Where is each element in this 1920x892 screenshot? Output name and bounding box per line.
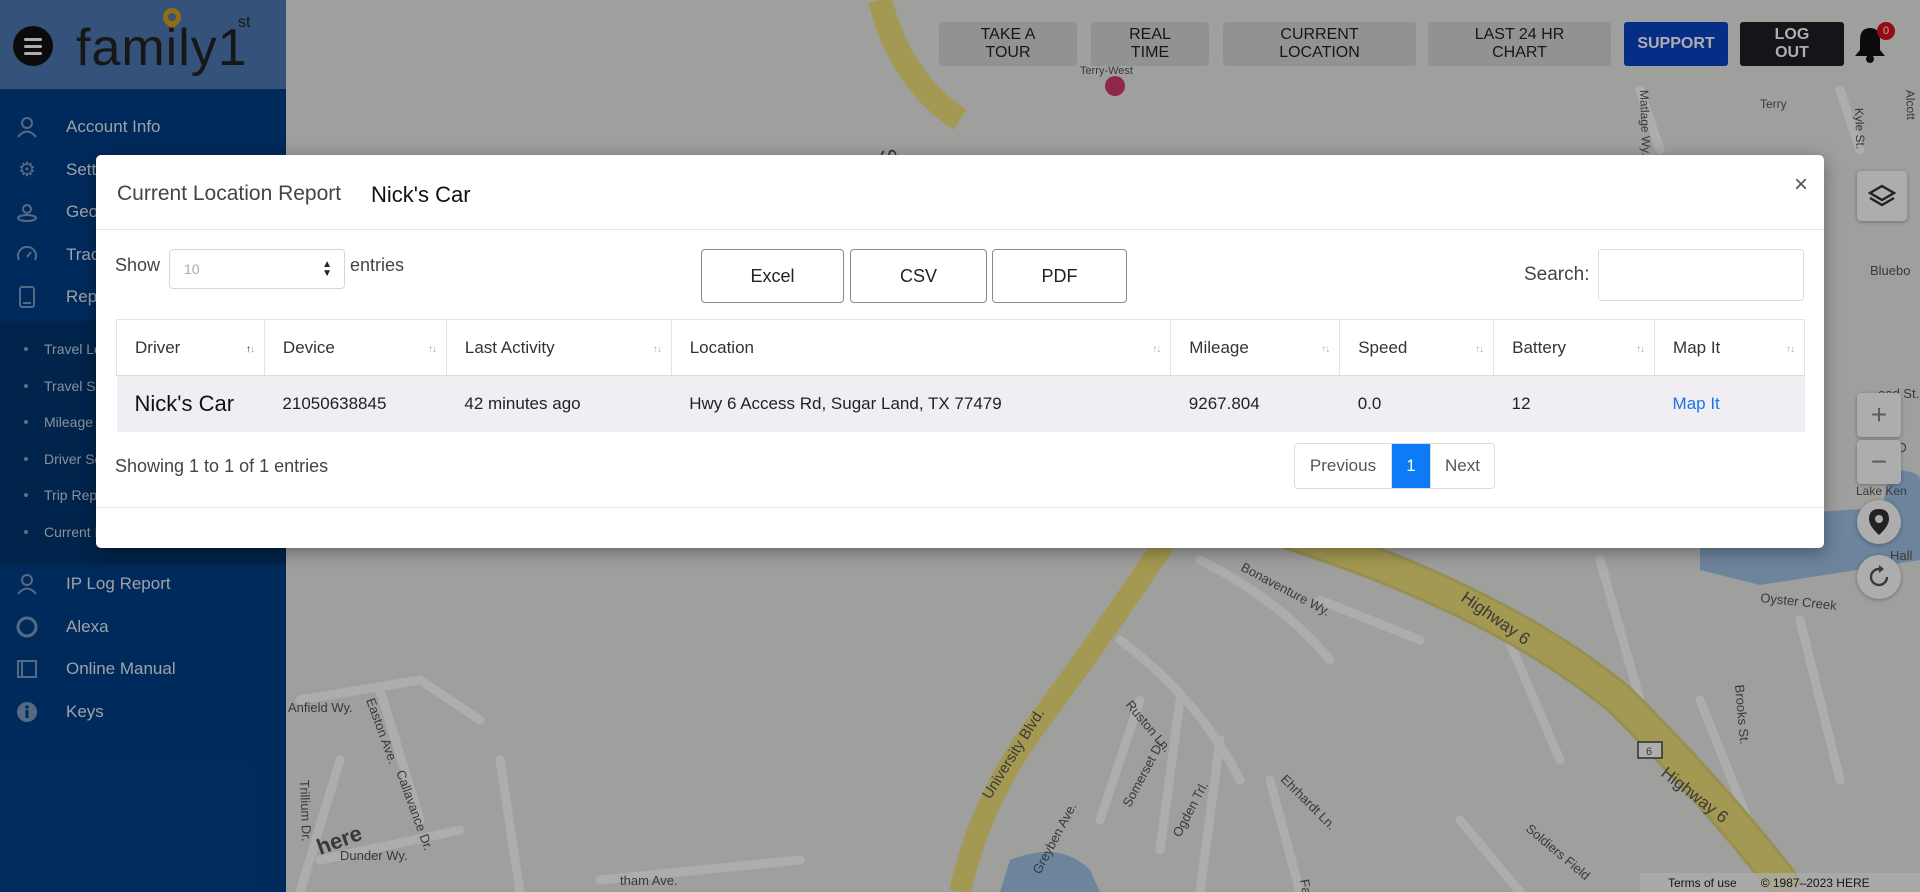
column-header-label: Driver [135, 337, 181, 357]
show-label: Show [115, 255, 161, 275]
close-icon[interactable]: × [1794, 171, 1808, 199]
select-arrows-icon: ▲ ▼ [322, 259, 332, 279]
column-header-label: Map It [1673, 337, 1721, 357]
entries-label: entries [350, 255, 405, 275]
modal-title: Current Location Report [117, 182, 342, 205]
cell-driver: Nick's Car [116, 375, 265, 432]
sort-asc-icon: ↑↓ [245, 344, 255, 355]
cell-mileage: 9267.804 [1170, 375, 1340, 432]
table-info: Showing 1 to 1 of 1 entries [115, 456, 329, 476]
column-header-mileage[interactable]: Mileage ↑↓ [1170, 319, 1341, 376]
sort-icon: ↑↓ [1321, 344, 1330, 355]
map-it-link[interactable]: Map It [1673, 394, 1720, 413]
sort-icon: ↑↓ [652, 344, 662, 355]
column-header-map-it[interactable]: Map It ↑↓ [1654, 319, 1805, 376]
column-header-last-activity[interactable]: Last Activity ↑↓ [445, 319, 672, 376]
cell-map-it: Map It [1654, 375, 1805, 432]
page-1-button[interactable]: 1 [1392, 444, 1430, 488]
column-header-label: Speed [1358, 337, 1408, 357]
column-header-driver[interactable]: Driver ↑↓ [116, 319, 265, 376]
column-header-label: Mileage [1189, 337, 1249, 357]
column-header-label: Battery [1512, 337, 1566, 357]
cell-last-activity: 42 minutes ago [446, 375, 672, 432]
column-header-speed[interactable]: Speed ↑↓ [1339, 319, 1495, 376]
report-table: Driver ↑↓ Device ↑↓ Last Activity ↑↓ Locati… [116, 319, 1805, 432]
csv-export-button[interactable]: CSV [850, 249, 987, 303]
column-header-device[interactable]: Device ↑↓ [263, 319, 447, 376]
sort-icon: ↑↓ [1636, 344, 1645, 355]
entries-select-value: 10 [184, 261, 200, 277]
modal-footer-divider [96, 507, 1824, 508]
excel-export-button[interactable]: Excel [701, 249, 844, 303]
cell-location: Hwy 6 Access Rd, Sugar Land, TX 77479 [671, 375, 1171, 432]
sort-icon: ↑↓ [1786, 344, 1795, 355]
search-input[interactable] [1598, 249, 1804, 301]
pagination: Previous 1 Next [1294, 443, 1495, 489]
column-header-label: Last Activity [464, 337, 555, 357]
current-location-report-modal: Current Location Report Nick's Car × Sho… [96, 155, 1824, 548]
sort-icon: ↑↓ [1152, 344, 1161, 355]
entries-select[interactable]: 10 ▲ ▼ [169, 249, 345, 289]
sort-icon: ↑↓ [1475, 344, 1484, 355]
cell-battery: 12 [1493, 375, 1655, 432]
next-page-button[interactable]: Next [1430, 444, 1494, 488]
sort-icon: ↑↓ [427, 344, 437, 355]
column-header-location[interactable]: Location ↑↓ [670, 319, 1172, 376]
table-row: Nick's Car 21050638845 42 minutes ago Hw… [116, 375, 1805, 432]
cell-device: 21050638845 [264, 375, 447, 432]
pdf-export-button[interactable]: PDF [992, 249, 1127, 303]
column-header-label: Location [689, 337, 754, 357]
column-header-battery[interactable]: Battery ↑↓ [1493, 319, 1656, 376]
previous-page-button[interactable]: Previous [1295, 444, 1392, 488]
column-header-label: Device [282, 337, 335, 357]
cell-speed: 0.0 [1339, 375, 1494, 432]
search-label: Search: [1524, 264, 1590, 285]
modal-vehicle-name: Nick's Car [371, 182, 471, 207]
modal-header: Current Location Report Nick's Car × [96, 155, 1824, 230]
table-header-row: Driver ↑↓ Device ↑↓ Last Activity ↑↓ Locati… [116, 319, 1805, 376]
